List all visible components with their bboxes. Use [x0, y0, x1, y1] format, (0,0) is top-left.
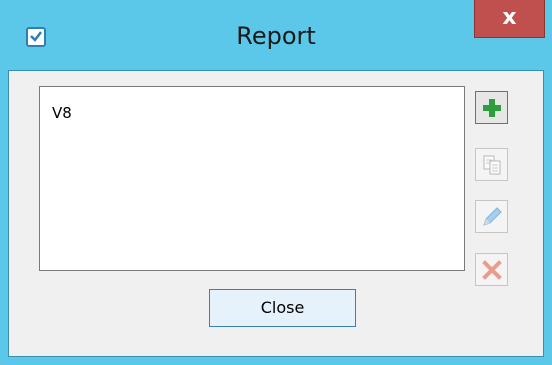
add-button[interactable]	[475, 91, 508, 124]
report-dialog: Report x V8 Close	[0, 0, 552, 365]
window-title: Report	[236, 22, 316, 50]
title-bar[interactable]: Report x	[0, 0, 552, 70]
window-close-button[interactable]: x	[474, 0, 545, 38]
delete-button[interactable]	[475, 253, 508, 286]
dialog-body: V8 Close	[8, 70, 544, 357]
close-button[interactable]: Close	[209, 289, 356, 327]
list-item[interactable]: V8	[52, 104, 72, 122]
copy-button[interactable]	[475, 148, 508, 181]
report-listbox[interactable]: V8	[39, 86, 465, 271]
edit-button[interactable]	[475, 200, 508, 233]
